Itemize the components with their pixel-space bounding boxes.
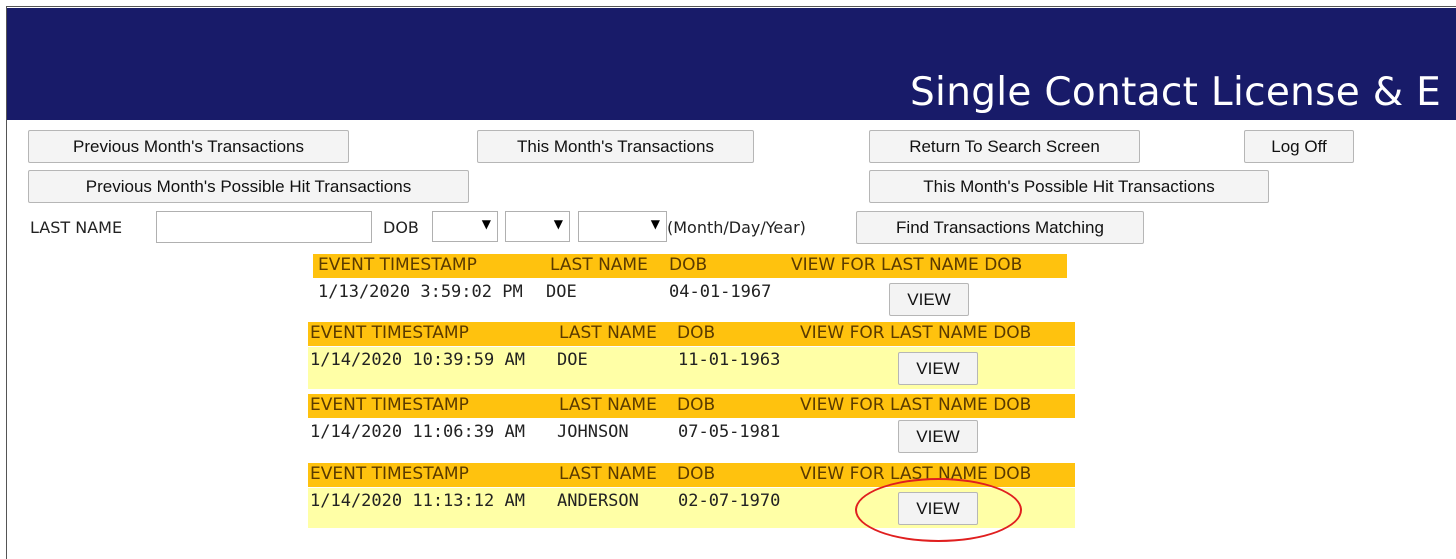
- date-format-hint: (Month/Day/Year): [667, 218, 806, 237]
- view-button[interactable]: VIEW: [898, 420, 978, 453]
- dob-year-select[interactable]: ▼: [578, 211, 667, 242]
- row-timestamp: 1/14/2020 10:39:59 AM: [310, 350, 525, 370]
- header-event-timestamp: EVENT TIMESTAMP: [318, 255, 477, 275]
- header-event-timestamp: EVENT TIMESTAMP: [310, 464, 469, 484]
- header-dob: DOB: [677, 464, 716, 484]
- results-header-row: EVENT TIMESTAMP LAST NAME DOB VIEW FOR L…: [313, 254, 1067, 278]
- header-banner: Single Contact License & E: [7, 8, 1456, 120]
- header-view: VIEW FOR LAST NAME DOB: [791, 255, 1023, 275]
- header-last-name: LAST NAME: [559, 464, 657, 484]
- dropdown-arrow-icon: ▼: [650, 217, 660, 231]
- row-last-name: DOE: [546, 282, 577, 302]
- row-timestamp: 1/13/2020 3:59:02 PM: [318, 282, 523, 302]
- dob-month-select[interactable]: ▼: [432, 211, 498, 242]
- return-to-search-button[interactable]: Return To Search Screen: [869, 130, 1140, 163]
- results-header-row: EVENT TIMESTAMP LAST NAME DOB VIEW FOR L…: [308, 322, 1075, 346]
- this-month-hits-button[interactable]: This Month's Possible Hit Transactions: [869, 170, 1269, 203]
- row-last-name: JOHNSON: [557, 422, 629, 442]
- header-last-name: LAST NAME: [559, 395, 657, 415]
- header-last-name: LAST NAME: [559, 323, 657, 343]
- dropdown-arrow-icon: ▼: [553, 217, 563, 231]
- header-dob: DOB: [669, 255, 708, 275]
- last-name-label: LAST NAME: [30, 218, 123, 237]
- find-transactions-button[interactable]: Find Transactions Matching: [856, 211, 1144, 244]
- previous-month-hits-button[interactable]: Previous Month's Possible Hit Transactio…: [28, 170, 469, 203]
- row-timestamp: 1/14/2020 11:06:39 AM: [310, 422, 525, 442]
- row-dob: 04-01-1967: [669, 282, 772, 302]
- header-view: VIEW FOR LAST NAME DOB: [800, 395, 1032, 415]
- dropdown-arrow-icon: ▼: [481, 217, 491, 231]
- header-dob: DOB: [677, 323, 716, 343]
- view-button[interactable]: VIEW: [898, 352, 978, 385]
- this-month-transactions-button[interactable]: This Month's Transactions: [477, 130, 754, 163]
- app-title: Single Contact License & E: [910, 70, 1442, 115]
- row-last-name: DOE: [557, 350, 588, 370]
- header-event-timestamp: EVENT TIMESTAMP: [310, 323, 469, 343]
- dob-label: DOB: [383, 218, 419, 237]
- row-timestamp: 1/14/2020 11:13:12 AM: [310, 491, 525, 511]
- row-dob: 11-01-1963: [678, 350, 781, 370]
- row-last-name: ANDERSON: [557, 491, 639, 511]
- row-dob: 07-05-1981: [678, 422, 781, 442]
- results-header-row: EVENT TIMESTAMP LAST NAME DOB VIEW FOR L…: [308, 394, 1075, 418]
- header-event-timestamp: EVENT TIMESTAMP: [310, 395, 469, 415]
- row-dob: 02-07-1970: [678, 491, 781, 511]
- header-last-name: LAST NAME: [550, 255, 648, 275]
- log-off-button[interactable]: Log Off: [1244, 130, 1354, 163]
- view-button[interactable]: VIEW: [889, 283, 969, 316]
- header-view: VIEW FOR LAST NAME DOB: [800, 323, 1032, 343]
- header-dob: DOB: [677, 395, 716, 415]
- dob-day-select[interactable]: ▼: [505, 211, 570, 242]
- annotation-circle: [855, 478, 1022, 542]
- last-name-input[interactable]: [156, 211, 372, 243]
- previous-month-transactions-button[interactable]: Previous Month's Transactions: [28, 130, 349, 163]
